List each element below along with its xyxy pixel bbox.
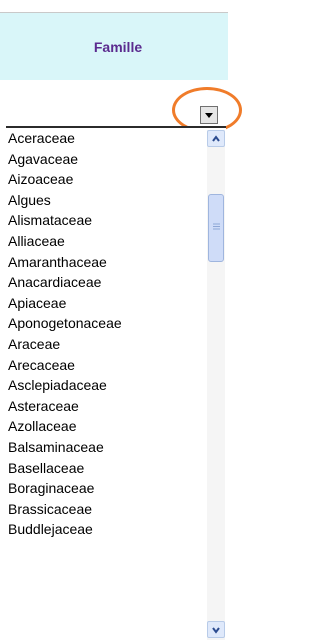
list-item[interactable]: Buddlejaceae [8,519,198,540]
list-item[interactable]: Araceae [8,334,198,355]
list-item[interactable]: Anacardiaceae [8,272,198,293]
scrollbar-thumb[interactable] [208,194,224,262]
list-item[interactable]: Apiaceae [8,293,198,314]
family-dropdown-list[interactable]: Aceraceae Agavaceae Aizoaceae Algues Alismat… [6,126,226,642]
list-item[interactable]: Algues [8,190,198,211]
list-item[interactable]: Asclepiadaceae [8,375,198,396]
list-item[interactable]: Arecaceae [8,355,198,376]
list-item[interactable]: Aizoaceae [8,169,198,190]
list-item[interactable]: Brassicaceae [8,499,198,520]
list-item[interactable]: Alismataceae [8,210,198,231]
list-item[interactable]: Basellaceae [8,458,198,479]
list-item[interactable]: Alliaceae [8,231,198,252]
list-item[interactable]: Asteraceae [8,396,198,417]
scroll-down-button[interactable] [207,621,225,638]
list-item[interactable]: Balsaminaceae [8,437,198,458]
list-items: Aceraceae Agavaceae Aizoaceae Algues Alismat… [8,128,198,540]
list-item[interactable]: Azollaceae [8,416,198,437]
list-item[interactable]: Aceraceae [8,128,198,149]
list-item[interactable]: Boraginaceae [8,478,198,499]
vertical-scrollbar[interactable] [207,130,225,640]
list-item[interactable]: Aponogetonaceae [8,313,198,334]
chevron-down-icon [212,627,220,634]
grip-icon [213,223,220,230]
chevron-up-icon [212,135,220,142]
column-header: Famille [0,13,228,80]
scroll-up-button[interactable] [207,130,225,147]
column-header-title: Famille [93,38,143,55]
list-item[interactable]: Amaranthaceae [8,252,198,273]
list-item[interactable]: Agavaceae [8,149,198,170]
